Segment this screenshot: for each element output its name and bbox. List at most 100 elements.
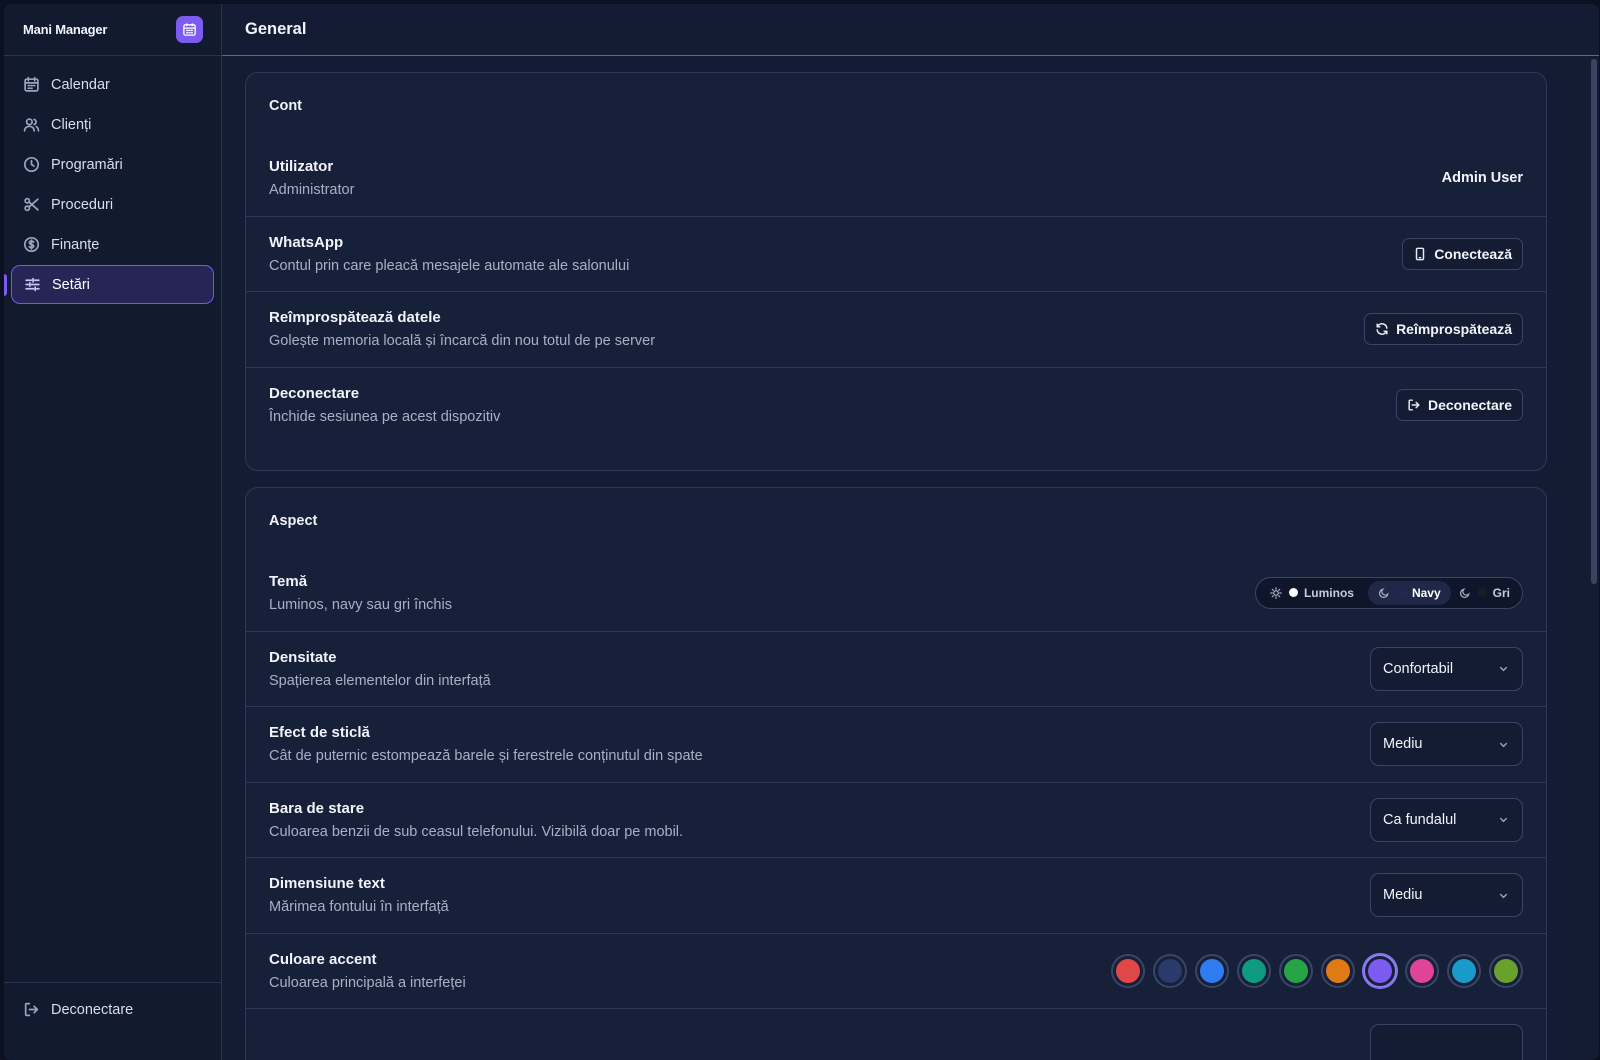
density-select[interactable]: Confortabil [1370,646,1523,691]
sidebar-item-finances[interactable]: Finanțe [11,225,214,264]
accent-desc: Culoarea principală a interfeței [269,974,466,991]
theme-option-label: Gri [1492,585,1510,600]
logout-button-label: Deconectare [1427,396,1512,413]
theme-toggle: Luminos Navy Gri [1254,576,1523,609]
sidebar-item-clients[interactable]: Clienți [11,105,214,144]
sidebar-item-calendar[interactable]: Calendar [11,65,214,104]
calendar-icon [24,76,39,92]
page-header: General [222,4,1599,56]
user-name-value: Admin User [1441,169,1523,186]
theme-option-navy[interactable]: Navy [1367,580,1451,605]
accent-swatch-color [1200,958,1224,983]
content-scrollbar[interactable] [1591,59,1597,584]
text-size-row: Dimensiune text Mărimea fontului în inte… [246,857,1546,933]
theme-desc: Luminos, navy sau gri închis [269,596,452,613]
app-logo-calendar-icon[interactable] [176,16,203,43]
glass-select[interactable]: Mediu [1370,722,1523,767]
accent-swatch-color [1410,958,1434,983]
sidebar-item-procedures[interactable]: Proceduri [11,185,214,224]
accent-swatch[interactable] [1237,953,1271,988]
text-size-select[interactable]: Mediu [1370,873,1523,918]
theme-gray-dot [1477,588,1487,598]
clock-icon [23,156,40,173]
sidebar-item-label: Calendar [51,76,110,93]
accent-swatch-color [1158,958,1182,983]
whatsapp-row: WhatsApp Contul prin care pleacă mesajel… [246,215,1546,292]
status-bar-value: Ca fundalul [1383,811,1457,828]
status-bar-row-text: Bara de stare Culoarea benzii de sub cea… [269,800,683,840]
brand-header: Mani Manager [4,4,221,56]
refresh-row-text: Reîmprospătează datele Golește memoria l… [269,309,655,349]
whatsapp-desc: Contul prin care pleacă mesajele automat… [269,257,630,274]
accent-swatch[interactable] [1153,953,1187,988]
logout-button[interactable]: Deconectare [1395,388,1523,421]
settings-content: Cont Utilizator Administrator Admin User… [222,57,1599,1060]
chevron-down-icon [1499,742,1508,748]
whatsapp-row-text: WhatsApp Contul prin care pleacă mesajel… [269,234,629,274]
refresh-label: Reîmprospătează datele [269,309,441,327]
accent-swatch[interactable] [1447,953,1481,988]
chevron-down-icon [1499,817,1508,823]
account-card: Cont Utilizator Administrator Admin User… [245,72,1547,471]
accent-swatch[interactable] [1489,953,1523,988]
theme-option-gray[interactable]: Gri [1457,581,1518,605]
appearance-card-title: Aspect [269,513,318,529]
theme-row: Temă Luminos, navy sau gri închis Lumino… [246,555,1546,631]
text-size-desc: Mărimea fontului în interfață [269,899,449,916]
status-bar-row: Bara de stare Culoarea benzii de sub cea… [246,781,1546,858]
sidebar-item-label: Programări [51,156,123,173]
theme-navy-dot [1396,588,1406,598]
logout-row-text: Deconectare Închide sesiunea pe acest di… [269,385,500,425]
density-row-text: Densitate Spațierea elementelor din inte… [269,649,491,689]
status-bar-desc: Culoarea benzii de sub ceasul telefonulu… [269,823,684,840]
theme-row-text: Temă Luminos, navy sau gri închis [269,573,452,613]
user-row: Utilizator Administrator Admin User [246,140,1546,216]
refresh-desc: Golește memoria locală și încarcă din no… [269,333,656,350]
sidebar-item-label: Setări [52,276,90,293]
logout-label: Deconectare [269,384,360,402]
next-setting-select[interactable] [1370,1024,1523,1060]
text-size-row-text: Dimensiune text Mărimea fontului în inte… [269,875,449,915]
sidebar-item-label: Finanțe [51,236,100,253]
accent-swatch[interactable] [1405,953,1439,988]
sidebar-logout-label: Deconectare [51,1001,134,1018]
theme-option-label: Navy [1411,585,1441,600]
chevron-down-icon [1499,893,1508,899]
density-label: Densitate [269,648,337,666]
accent-label: Culoare accent [269,950,377,968]
logout-icon [1408,399,1420,411]
accent-swatch[interactable] [1111,953,1145,988]
accent-swatch-color [1452,958,1476,983]
appearance-card: Aspect Temă Luminos, navy sau gri închis… [245,487,1547,1060]
connect-whatsapp-button[interactable]: Conectează [1402,237,1523,270]
active-nav-indicator [4,274,7,296]
sidebar-nav: Calendar Clienți Programări Proceduri Fi… [4,56,221,304]
accent-swatch[interactable] [1321,953,1355,988]
moon-icon [1459,588,1470,598]
sidebar-footer: Deconectare [4,982,222,1060]
refresh-row: Reîmprospătează datele Golește memoria l… [246,291,1546,367]
dollar-icon [23,236,40,253]
chevron-down-icon [1499,666,1508,672]
theme-option-light[interactable]: Luminos [1268,581,1362,605]
scissors-icon [24,197,39,212]
accent-swatch[interactable] [1195,953,1229,988]
next-setting-row [246,1008,1546,1060]
account-card-title: Cont [269,98,303,114]
sidebar-item-settings[interactable]: Setări [11,265,214,304]
refresh-button[interactable]: Reîmprospătează [1364,313,1523,346]
density-desc: Spațierea elementelor din interfață [269,672,491,689]
sidebar-item-label: Clienți [51,116,92,133]
glass-desc: Cât de puternic estompează barele și fer… [269,748,703,765]
status-bar-select[interactable]: Ca fundalul [1370,797,1523,842]
accent-swatch[interactable] [1363,953,1397,988]
logout-desc: Închide sesiunea pe acest dispozitiv [269,408,501,425]
whatsapp-label: WhatsApp [269,233,344,251]
logout-icon [24,1002,39,1017]
sidebar-logout-button[interactable]: Deconectare [11,990,215,1029]
accent-swatch[interactable] [1279,953,1313,988]
refresh-icon [1376,323,1388,336]
user-role: Administrator [269,181,355,198]
sidebar-item-appointments[interactable]: Programări [11,145,214,184]
accent-swatches [1111,953,1523,988]
